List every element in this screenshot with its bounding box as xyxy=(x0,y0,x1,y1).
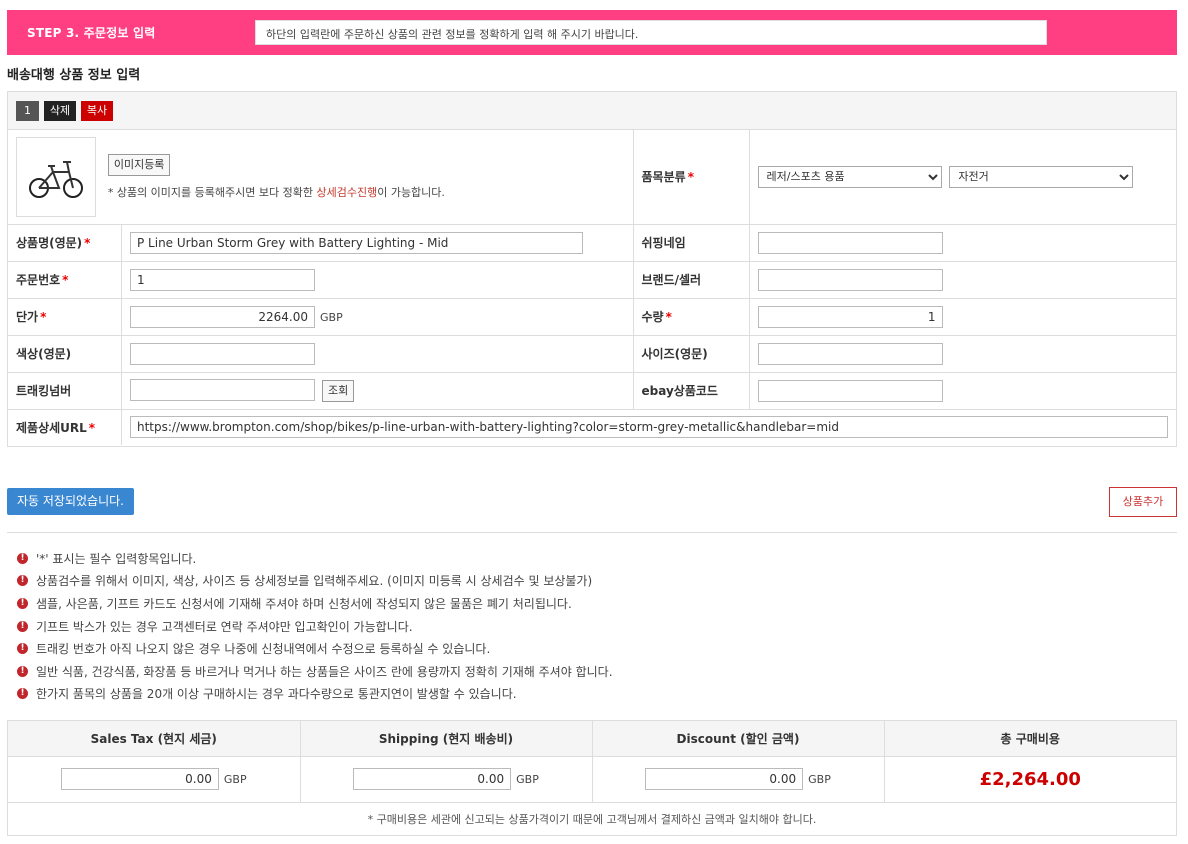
exclamation-icon: ! xyxy=(17,597,28,609)
step-message: 하단의 입력란에 주문하신 상품의 관련 정보를 정확하게 입력 해 주시기 바… xyxy=(255,20,1047,45)
ebay-code-label: ebay상품코드 xyxy=(633,372,750,410)
notice-list: ! '*' 표시는 필수 입력항목입니다. ! 상품검수를 위해서 이미지, 색상,… xyxy=(17,547,613,705)
image-note: * 상품의 이미지를 등록해주시면 보다 정확한 상세검수진행이 가능합니다. xyxy=(107,185,445,199)
item-fields-table: 이미지등록 * 상품의 이미지를 등록해주시면 보다 정확한 상세검수진행이 가… xyxy=(8,130,1176,445)
unit-price-input[interactable] xyxy=(130,305,315,328)
brand-input[interactable] xyxy=(757,268,943,291)
shopping-name-input[interactable] xyxy=(757,231,943,254)
bicycle-image xyxy=(29,160,83,198)
sales-tax-header: Sales Tax (현지 세금) xyxy=(8,721,301,757)
unit-price-label: 단가 * xyxy=(8,298,122,336)
cost-note: * 구매비용은 세관에 신고되는 상품가격이기 때문에 고객님께서 결제하신 금… xyxy=(367,812,817,826)
category-main-select[interactable]: 레저/스포츠 용품 xyxy=(757,165,942,188)
brand-label: 브랜드/셀러 xyxy=(633,261,750,299)
sales-tax-input[interactable] xyxy=(60,768,219,790)
item-form: 1 삭제 복사 이미지등록 * 상품의 이미지를 등록해주시면 보다 정확한 상… xyxy=(7,91,1177,447)
item-number-badge: 1 xyxy=(16,101,39,121)
tracking-input[interactable] xyxy=(130,379,315,402)
url-row: 제품상세URL * xyxy=(8,409,1176,445)
category-label: 품목분류 * xyxy=(633,130,750,225)
order-row: 주문번호* 브랜드/셀러 xyxy=(8,261,1176,299)
color-label: 색상(영문) xyxy=(8,335,122,373)
item-header: 1 삭제 복사 xyxy=(8,92,1176,130)
discount-unit: GBP xyxy=(808,773,831,786)
order-number-label: 주문번호 * xyxy=(8,261,122,299)
divider xyxy=(7,532,1177,533)
exclamation-icon: ! xyxy=(17,552,28,564)
name-row: 상품명(영문)* 쉬핑네임 xyxy=(8,224,1176,262)
discount-header: Discount (할인 금액) xyxy=(592,721,885,757)
discount-input[interactable] xyxy=(645,768,804,790)
tracking-row: 트래킹넘버 조회 ebay상품코드 xyxy=(8,372,1176,410)
notice-item: ! 기프트 박스가 있는 경우 고객센터로 연락 주셔야만 입고확인이 가능합니다… xyxy=(17,615,613,638)
product-thumbnail[interactable] xyxy=(16,136,96,217)
price-row: 단가* GBP 수량* xyxy=(8,298,1176,336)
notice-item: ! 트래킹 번호가 아직 나오지 않은 경우 나중에 신청내역에서 수정으로 등록… xyxy=(17,637,613,660)
tracking-lookup-button[interactable]: 조회 xyxy=(322,379,355,402)
total-header: 총 구매비용 xyxy=(884,721,1176,757)
color-input[interactable] xyxy=(130,342,315,365)
exclamation-icon: ! xyxy=(17,688,28,700)
quantity-input[interactable] xyxy=(757,305,943,328)
shopping-name-label: 쉬핑네임 xyxy=(633,224,750,262)
color-row: 색상(영문) 사이즈(영문) xyxy=(8,335,1176,373)
product-url-label: 제품상세URL * xyxy=(8,409,122,445)
delete-button[interactable]: 삭제 xyxy=(43,101,77,121)
shipping-input[interactable] xyxy=(353,768,512,790)
image-note-highlight: 상세검수진행 xyxy=(316,185,378,199)
auto-saved-button[interactable]: 자동 저장되었습니다. xyxy=(7,488,134,515)
exclamation-icon: ! xyxy=(17,620,28,632)
product-name-input[interactable] xyxy=(130,231,583,254)
notice-item: ! 한가지 품목의 상품을 20개 이상 구매하시는 경우 과다수량으로 통관지연… xyxy=(17,683,613,706)
price-unit: GBP xyxy=(320,310,343,324)
image-register-button[interactable]: 이미지등록 xyxy=(107,153,171,176)
copy-button[interactable]: 복사 xyxy=(80,101,114,121)
section-title: 배송대행 상품 정보 입력 xyxy=(7,68,141,83)
step-header: STEP 3. 주문정보 입력 하단의 입력란에 주문하신 상품의 관련 정보를… xyxy=(7,10,1177,55)
exclamation-icon: ! xyxy=(17,643,28,655)
tracking-label: 트래킹넘버 xyxy=(8,372,122,410)
total-amount: £2,264.00 xyxy=(979,768,1081,790)
cost-table: Sales Tax (현지 세금) Shipping (현지 배송비) Disc… xyxy=(8,721,1176,803)
notice-item: ! 샘플, 사은품, 기프트 카드도 신청서에 기재해 주셔야 하며 신청서에 작… xyxy=(17,592,613,615)
order-number-input[interactable] xyxy=(130,268,315,291)
size-label: 사이즈(영문) xyxy=(633,335,750,373)
category-sub-select[interactable]: 자전거 xyxy=(949,165,1134,188)
cost-summary: Sales Tax (현지 세금) Shipping (현지 배송비) Disc… xyxy=(7,720,1177,836)
add-item-button[interactable]: 상품추가 xyxy=(1109,487,1177,517)
ebay-code-input[interactable] xyxy=(757,379,943,402)
product-name-label: 상품명(영문) * xyxy=(8,224,122,262)
notice-item: ! 일반 식품, 건강식품, 화장품 등 바르거나 먹거나 하는 상품들은 사이즈… xyxy=(17,660,613,683)
notice-item: ! 상품검수를 위해서 이미지, 색상, 사이즈 등 상세정보를 입력해주세요. … xyxy=(17,570,613,593)
image-row: 이미지등록 * 상품의 이미지를 등록해주시면 보다 정확한 상세검수진행이 가… xyxy=(8,130,1176,225)
exclamation-icon: ! xyxy=(17,575,28,587)
quantity-label: 수량 * xyxy=(633,298,750,336)
product-url-input[interactable] xyxy=(130,416,1168,439)
sales-tax-unit: GBP xyxy=(223,773,247,786)
shipping-header: Shipping (현지 배송비) xyxy=(300,721,593,757)
notice-item: ! '*' 표시는 필수 입력항목입니다. xyxy=(17,547,613,570)
exclamation-icon: ! xyxy=(17,665,28,677)
step-title: STEP 3. 주문정보 입력 xyxy=(27,26,156,40)
size-input[interactable] xyxy=(757,342,943,365)
shipping-unit: GBP xyxy=(516,773,539,786)
